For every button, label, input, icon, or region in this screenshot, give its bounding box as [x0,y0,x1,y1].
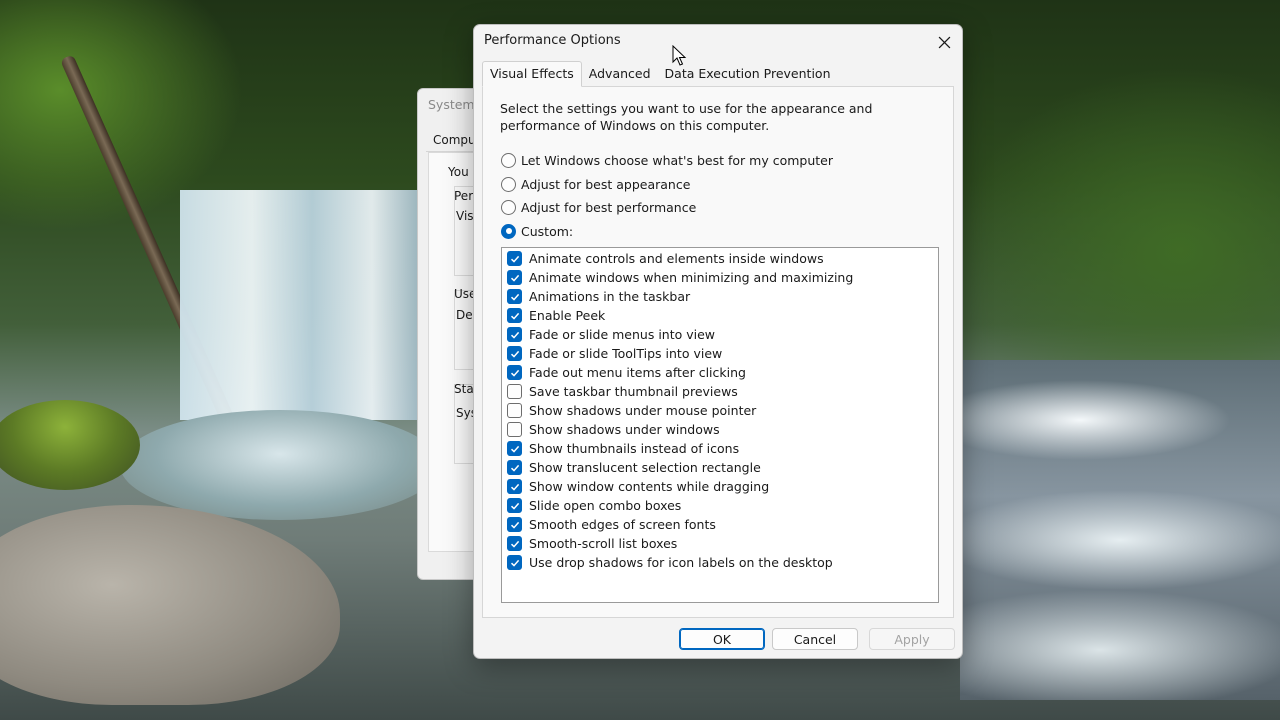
effect-checkbox[interactable] [507,460,522,475]
effect-label: Show shadows under windows [529,422,720,437]
checkmark-icon [510,293,519,301]
effect-item[interactable]: Animations in the taskbar [502,287,938,306]
checkmark-icon [510,521,519,529]
effect-checkbox[interactable] [507,441,522,456]
checkmark-icon [510,331,519,339]
effect-item[interactable]: Show translucent selection rectangle [502,458,938,477]
close-button[interactable] [924,27,964,57]
effect-item[interactable]: Show shadows under mouse pointer [502,401,938,420]
effect-checkbox[interactable] [507,555,522,570]
performance-options-dialog[interactable]: Performance Options Visual Effects Advan… [473,24,963,659]
effect-label: Show window contents while dragging [529,479,770,494]
effect-item[interactable]: Slide open combo boxes [502,496,938,515]
radio-best-appearance[interactable]: Adjust for best appearance [501,175,690,193]
effect-checkbox[interactable] [507,403,522,418]
effect-item[interactable]: Enable Peek [502,306,938,325]
effect-label: Show thumbnails instead of icons [529,441,740,456]
effect-label: Smooth edges of screen fonts [529,517,716,532]
radio-best-performance[interactable]: Adjust for best performance [501,198,696,216]
checkmark-icon [510,540,519,548]
radio-label: Let Windows choose what's best for my co… [521,152,833,168]
effect-item[interactable]: Fade out menu items after clicking [502,363,938,382]
tab-strip: Visual Effects Advanced Data Execution P… [482,61,838,87]
effect-item[interactable]: Use drop shadows for icon labels on the … [502,553,938,572]
effect-label: Smooth-scroll list boxes [529,536,678,551]
effect-item[interactable]: Smooth edges of screen fonts [502,515,938,534]
checkmark-icon [510,255,519,263]
effect-label: Show shadows under mouse pointer [529,403,757,418]
wallpaper-stream [960,360,1280,700]
effect-checkbox[interactable] [507,289,522,304]
tab-advanced[interactable]: Advanced [582,63,658,87]
checkmark-icon [510,274,519,282]
checkmark-icon [510,312,519,320]
radio-label: Custom: [521,223,574,239]
effect-item[interactable]: Show thumbnails instead of icons [502,439,938,458]
effect-checkbox[interactable] [507,422,522,437]
checkmark-icon [510,350,519,358]
effect-label: Animate controls and elements inside win… [529,251,824,266]
ok-button[interactable]: OK [679,628,765,650]
effect-item[interactable]: Show shadows under windows [502,420,938,439]
radio-button[interactable] [501,199,516,215]
checkmark-icon [510,464,519,472]
effect-checkbox[interactable] [507,479,522,494]
dialog-title: Performance Options [484,33,621,48]
wallpaper-moss-rock [0,400,140,490]
effect-checkbox[interactable] [507,270,522,285]
visual-effects-list[interactable]: Animate controls and elements inside win… [501,247,939,603]
effect-checkbox[interactable] [507,498,522,513]
effect-item[interactable]: Show window contents while dragging [502,477,938,496]
effect-checkbox[interactable] [507,327,522,342]
effect-item[interactable]: Animate controls and elements inside win… [502,249,938,268]
effect-item[interactable]: Fade or slide ToolTips into view [502,344,938,363]
wallpaper-waterfall [180,190,420,420]
wallpaper-pool [120,410,440,520]
effect-item[interactable]: Fade or slide menus into view [502,325,938,344]
checkmark-icon [510,502,519,510]
checkmark-icon [510,445,519,453]
system-window-text: You [448,165,469,179]
radio-custom[interactable]: Custom: [501,222,573,240]
effect-label: Animations in the taskbar [529,289,691,304]
visual-effects-description: Select the settings you want to use for … [500,101,873,133]
radio-button[interactable] [501,223,516,239]
effect-checkbox[interactable] [507,251,522,266]
effect-checkbox[interactable] [507,346,522,361]
checkmark-icon [510,369,519,377]
effect-item[interactable]: Save taskbar thumbnail previews [502,382,938,401]
radio-label: Adjust for best appearance [521,176,691,192]
effect-label: Save taskbar thumbnail previews [529,384,738,399]
apply-button[interactable]: Apply [869,628,955,650]
effect-label: Show translucent selection rectangle [529,460,761,475]
effect-item[interactable]: Smooth-scroll list boxes [502,534,938,553]
effect-checkbox[interactable] [507,536,522,551]
wallpaper-rock [0,505,340,705]
effect-label: Slide open combo boxes [529,498,682,513]
effect-label: Fade out menu items after clicking [529,365,746,380]
effect-checkbox[interactable] [507,308,522,323]
radio-button[interactable] [501,176,516,192]
effect-item[interactable]: Animate windows when minimizing and maxi… [502,268,938,287]
radio-button[interactable] [501,152,516,168]
effect-label: Animate windows when minimizing and maxi… [529,270,854,285]
effect-checkbox[interactable] [507,517,522,532]
radio-let-windows-choose[interactable]: Let Windows choose what's best for my co… [501,151,833,169]
effect-checkbox[interactable] [507,365,522,380]
system-window-title: System [428,97,475,112]
tab-visual-effects[interactable]: Visual Effects [482,61,582,87]
checkmark-icon [510,559,519,567]
cancel-button[interactable]: Cancel [772,628,858,650]
effect-checkbox[interactable] [507,384,522,399]
effect-label: Enable Peek [529,308,606,323]
radio-label: Adjust for best performance [521,199,697,215]
close-icon [938,36,950,48]
effect-label: Fade or slide menus into view [529,327,716,342]
visual-effects-panel: Select the settings you want to use for … [482,86,954,618]
effect-label: Fade or slide ToolTips into view [529,346,723,361]
checkmark-icon [510,483,519,491]
effect-label: Use drop shadows for icon labels on the … [529,555,833,570]
mouse-pointer-icon [672,45,687,66]
